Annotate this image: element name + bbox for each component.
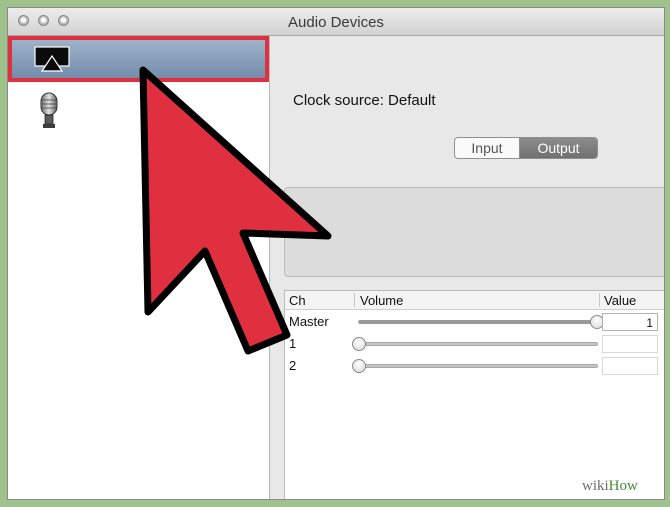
- clock-source-label: Clock source: Default: [293, 92, 436, 109]
- volume-slider-track[interactable]: [352, 359, 598, 373]
- airplay-icon: [34, 46, 70, 77]
- channel-label: Master: [289, 314, 329, 329]
- device-item-airplay[interactable]: [8, 36, 269, 82]
- column-header-ch: Ch: [289, 293, 306, 308]
- wikihow-watermark: wikiHow: [582, 478, 638, 494]
- channel-label: 2: [289, 358, 297, 373]
- device-item-microphone[interactable]: [8, 88, 269, 134]
- table-row: Master 1: [285, 311, 664, 333]
- tab-output[interactable]: Output: [520, 138, 597, 158]
- column-header-value: Value: [604, 293, 637, 308]
- column-divider: [354, 293, 355, 307]
- audio-devices-window: Audio Devices Clock source: Default Inpu…: [7, 7, 665, 500]
- table-header: Ch Volume Value: [285, 291, 664, 310]
- column-divider: [599, 293, 600, 307]
- microphone-icon: [38, 92, 60, 137]
- channel-label: 1: [289, 336, 297, 351]
- device-list: [8, 36, 270, 499]
- tab-input[interactable]: Input: [455, 138, 520, 158]
- volume-slider-fill: [359, 320, 597, 324]
- table-row: 2: [285, 355, 664, 377]
- volume-slider-track[interactable]: [358, 315, 604, 329]
- window-title: Audio Devices: [288, 14, 384, 31]
- volume-slider-knob[interactable]: [352, 337, 366, 351]
- channel-volume-table: Ch Volume Value Master 1 1 2: [284, 290, 664, 499]
- volume-value-field[interactable]: [602, 335, 658, 353]
- input-output-selector: Input Output: [454, 137, 598, 159]
- volume-slider-knob[interactable]: [352, 359, 366, 373]
- volume-value-field[interactable]: 1: [602, 313, 658, 331]
- volume-value-field[interactable]: [602, 357, 658, 375]
- column-header-volume: Volume: [360, 293, 404, 308]
- table-row: 1: [285, 333, 664, 355]
- title-bar: Audio Devices: [8, 8, 664, 36]
- format-group-box: [284, 187, 664, 277]
- volume-slider-track[interactable]: [352, 337, 598, 351]
- device-settings-panel: Clock source: Default Input Output Ch Vo…: [270, 36, 664, 499]
